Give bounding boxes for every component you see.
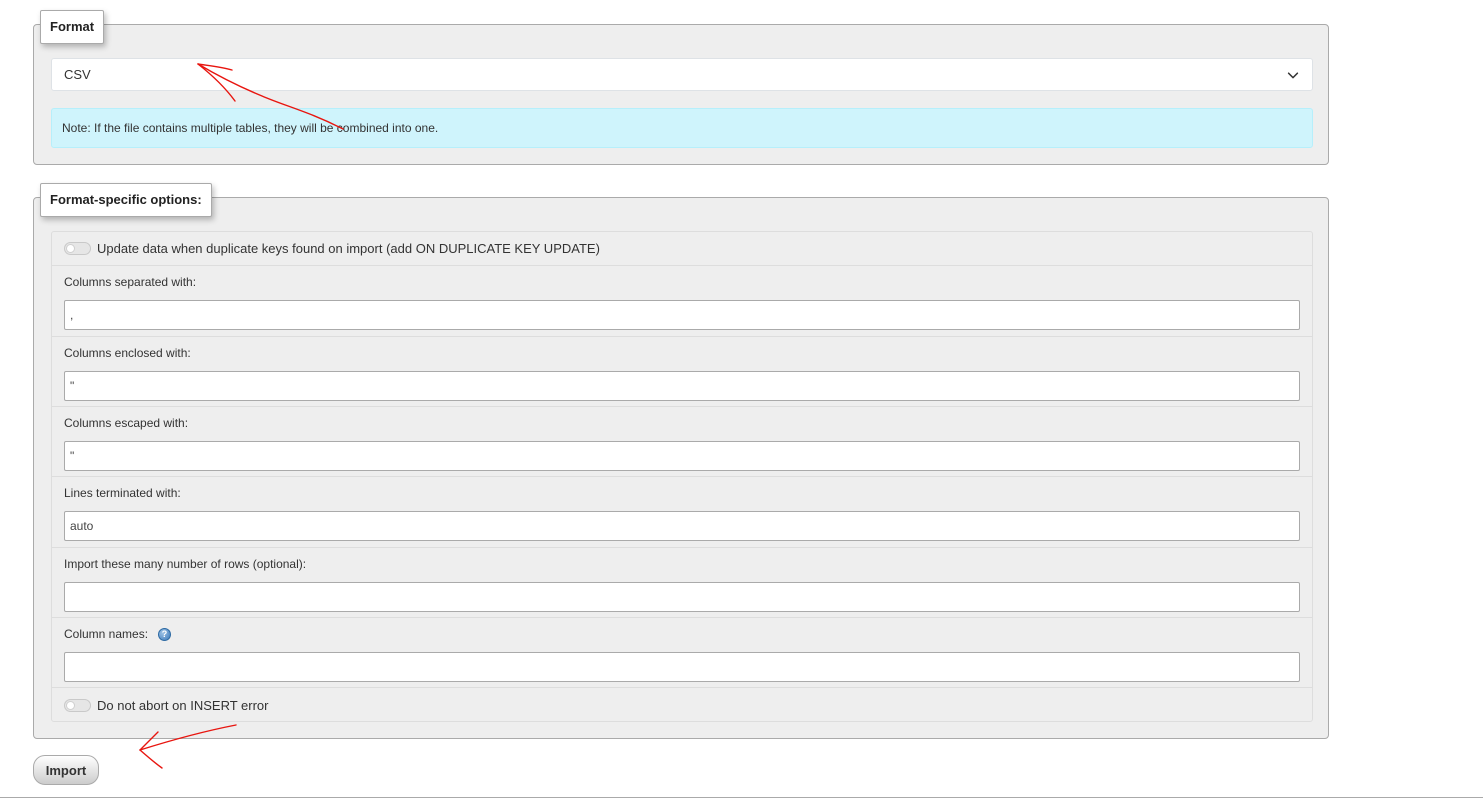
- format-select[interactable]: CSV: [51, 58, 1313, 91]
- format-select-value: CSV: [64, 67, 91, 82]
- format-fieldset: Format CSV Note: If the file contains mu…: [33, 10, 1329, 165]
- field-row-column-names: Column names: ?: [52, 618, 1312, 688]
- format-options-legend: Format-specific options:: [40, 183, 212, 217]
- column-names-input[interactable]: [64, 652, 1300, 682]
- escaped-input[interactable]: ": [64, 441, 1300, 471]
- no-abort-toggle[interactable]: [64, 698, 91, 712]
- rows-count-input[interactable]: [64, 582, 1300, 612]
- import-button[interactable]: Import: [33, 755, 99, 785]
- update-duplicates-label: Update data when duplicate keys found on…: [97, 241, 600, 256]
- format-note: Note: If the file contains multiple tabl…: [51, 108, 1313, 148]
- lines-terminated-input[interactable]: auto: [64, 511, 1300, 541]
- escaped-label: Columns escaped with:: [64, 416, 189, 430]
- field-row-escaped: Columns escaped with: ": [52, 407, 1312, 477]
- separator-input[interactable]: ,: [64, 300, 1300, 330]
- field-row-lines-terminated: Lines terminated with: auto: [52, 477, 1312, 548]
- enclosed-label: Columns enclosed with:: [64, 346, 191, 360]
- format-legend: Format: [40, 10, 105, 44]
- help-icon[interactable]: ?: [158, 627, 172, 641]
- field-row-rows-count: Import these many number of rows (option…: [52, 548, 1312, 618]
- separator-label: Columns separated with:: [64, 275, 197, 289]
- no-abort-row: Do not abort on INSERT error: [52, 688, 1312, 722]
- update-duplicates-toggle[interactable]: [64, 242, 91, 255]
- column-names-label: Column names:: [64, 627, 149, 641]
- field-row-separator: Columns separated with: ,: [52, 266, 1312, 337]
- no-abort-label: Do not abort on INSERT error: [97, 697, 269, 713]
- rows-count-label: Import these many number of rows (option…: [64, 557, 307, 571]
- enclosed-input[interactable]: ": [64, 371, 1300, 401]
- chevron-down-icon: [1287, 71, 1299, 78]
- options-list: Update data when duplicate keys found on…: [51, 231, 1313, 722]
- field-row-enclosed: Columns enclosed with: ": [52, 337, 1312, 407]
- lines-terminated-label: Lines terminated with:: [64, 486, 181, 500]
- update-duplicates-row: Update data when duplicate keys found on…: [52, 232, 1312, 266]
- column-names-label-wrap: Column names: ?: [64, 627, 172, 641]
- format-options-fieldset: Format-specific options: Update data whe…: [33, 183, 1329, 739]
- bottom-divider: [0, 797, 1483, 798]
